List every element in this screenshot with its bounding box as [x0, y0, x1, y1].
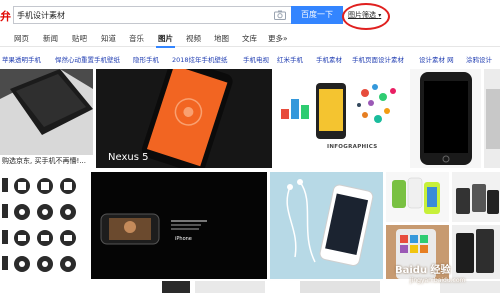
- white-iphone-earphones-image: [270, 172, 383, 279]
- related-tag[interactable]: 手机电视: [243, 54, 269, 64]
- related-tag[interactable]: 涂鸦设计: [466, 54, 492, 64]
- tab-wenku[interactable]: 文库: [242, 33, 257, 44]
- tab-tieba[interactable]: 贴吧: [72, 33, 87, 44]
- result-image[interactable]: [452, 172, 500, 222]
- related-tag[interactable]: 手机素材: [316, 54, 342, 64]
- related-tag[interactable]: 设计素材 网: [419, 54, 454, 64]
- tab-more[interactable]: 更多»: [268, 33, 288, 44]
- search-input[interactable]: [17, 9, 267, 22]
- baidu-logo[interactable]: 弁: [0, 8, 11, 24]
- result-image[interactable]: INFOGRAPHICS: [275, 69, 406, 168]
- related-tag[interactable]: 红米手机: [277, 54, 303, 64]
- result-image[interactable]: 购选京东, 买手机不再懵!...: [0, 69, 93, 168]
- related-tags: 苹果透明手机 悍然心动重置手机壁纸 隐形手机 2018炫年手机壁纸 手机电视 红…: [0, 50, 500, 64]
- nexus-label: Nexus 5: [108, 152, 149, 163]
- iphone-landscape-image: [91, 172, 267, 279]
- related-tag[interactable]: 2018炫年手机壁纸: [172, 54, 228, 64]
- camera-icon[interactable]: [274, 10, 286, 20]
- result-image[interactable]: [484, 69, 500, 168]
- result-image[interactable]: [162, 281, 190, 293]
- phones-right-image: [452, 225, 500, 279]
- infographic-phone-image: [275, 69, 406, 168]
- result-image[interactable]: [452, 225, 500, 279]
- related-tag[interactable]: 手机页面设计素材: [352, 54, 404, 64]
- search-button[interactable]: 百度一下: [291, 6, 343, 24]
- highlight-circle-annotation: [342, 3, 390, 30]
- phones-cluster-image: [452, 172, 500, 222]
- iphone-5c-colors-image: [386, 172, 449, 222]
- infographics-label: INFOGRAPHICS: [327, 144, 378, 150]
- result-image[interactable]: [195, 281, 265, 293]
- tab-web[interactable]: 网页: [14, 33, 29, 44]
- tab-zhidao[interactable]: 知道: [101, 33, 116, 44]
- related-tag[interactable]: 悍然心动重置手机壁纸: [55, 54, 120, 64]
- result-image[interactable]: [300, 281, 380, 293]
- phone-photo: [0, 69, 93, 155]
- search-header: 弁 百度一下 图片筛选 ▾: [0, 0, 500, 30]
- result-image[interactable]: [270, 172, 383, 279]
- search-box[interactable]: [13, 6, 291, 24]
- result-image[interactable]: iPhone: [91, 172, 267, 279]
- tab-news[interactable]: 新闻: [43, 33, 58, 44]
- iphone-label: iPhone: [175, 236, 192, 242]
- result-image[interactable]: [386, 172, 449, 222]
- tab-music[interactable]: 音乐: [129, 33, 144, 44]
- black-smartphone-image: [410, 69, 481, 168]
- related-tag[interactable]: 隐形手机: [133, 54, 159, 64]
- tab-maps[interactable]: 地图: [214, 33, 229, 44]
- result-caption[interactable]: 购选京东, 买手机不再懵!...: [0, 155, 93, 168]
- result-image[interactable]: [410, 69, 481, 168]
- phone-icons-grid: [0, 172, 88, 279]
- related-tag[interactable]: 苹果透明手机: [2, 54, 41, 64]
- baidu-jingyan-watermark: Baidu 经验: [395, 265, 451, 276]
- partial-phone-image: [484, 69, 500, 168]
- vertical-tabs: 网页 新闻 贴吧 知道 音乐 图片 视频 地图 文库 更多»: [0, 30, 500, 48]
- watermark-url: jingyan.baidu.com: [410, 277, 466, 284]
- result-image[interactable]: [0, 172, 88, 279]
- tab-video[interactable]: 视频: [186, 33, 201, 44]
- result-image[interactable]: Nexus 5: [96, 69, 272, 168]
- tab-images[interactable]: 图片: [156, 33, 175, 48]
